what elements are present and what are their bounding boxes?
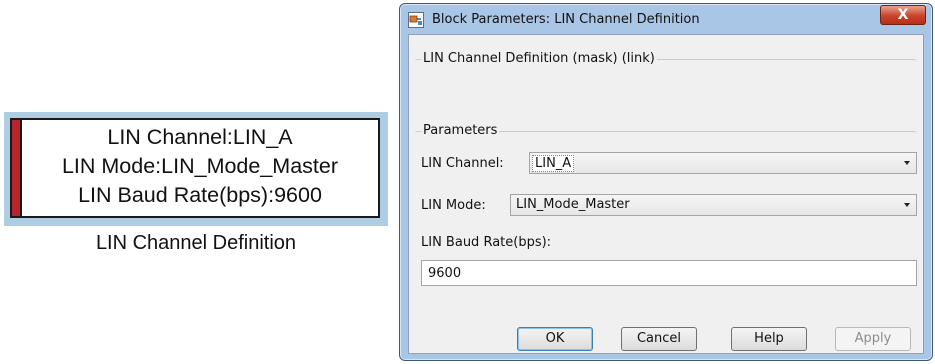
help-button[interactable]: Help — [731, 327, 807, 351]
baud-rate-input[interactable]: 9600 — [421, 260, 917, 286]
chevron-down-icon — [904, 203, 910, 207]
apply-button[interactable]: Apply — [835, 327, 911, 351]
simulink-block-icon — [408, 12, 424, 28]
channel-label: LIN Channel: — [421, 156, 504, 171]
chevron-down-icon — [904, 161, 910, 165]
channel-select[interactable]: LIN_A — [529, 152, 917, 174]
channel-value: LIN_A — [532, 155, 575, 172]
block-body[interactable]: LIN Channel:LIN_A LIN Mode:LIN_Mode_Mast… — [10, 118, 380, 218]
mode-value: LIN_Mode_Master — [516, 197, 630, 212]
block-parameters-dialog: Block Parameters: LIN Channel Definition… — [399, 3, 933, 361]
ok-button[interactable]: OK — [517, 327, 593, 351]
dialog-title: Block Parameters: LIN Channel Definition — [432, 12, 700, 27]
baud-rate-value: 9600 — [428, 266, 462, 281]
close-icon: X — [897, 7, 909, 23]
block-text: LIN Channel:LIN_A LIN Mode:LIN_Mode_Mast… — [22, 123, 378, 210]
mode-label: LIN Mode: — [421, 198, 486, 213]
description-heading: LIN Channel Definition (mask) (link) — [421, 51, 657, 66]
block-port-bar — [12, 120, 22, 216]
mode-select[interactable]: LIN_Mode_Master — [510, 194, 917, 216]
cancel-button[interactable]: Cancel — [621, 327, 697, 351]
block-line-channel: LIN Channel:LIN_A — [107, 125, 293, 149]
parameters-heading: Parameters — [421, 123, 500, 138]
block-line-mode: LIN Mode:LIN_Mode_Master — [61, 154, 339, 178]
description-group: LIN Channel Definition (mask) (link) — [415, 51, 917, 111]
dialog-client-area: LIN Channel Definition (mask) (link) Par… — [408, 34, 924, 354]
lin-channel-block[interactable]: LIN Channel:LIN_A LIN Mode:LIN_Mode_Mast… — [4, 112, 388, 226]
close-button[interactable]: X — [880, 5, 926, 25]
block-caption[interactable]: LIN Channel Definition — [4, 232, 388, 255]
block-line-baud: LIN Baud Rate(bps):9600 — [78, 183, 322, 207]
baud-label: LIN Baud Rate(bps): — [421, 235, 552, 250]
title-bar[interactable]: Block Parameters: LIN Channel Definition… — [400, 4, 932, 34]
